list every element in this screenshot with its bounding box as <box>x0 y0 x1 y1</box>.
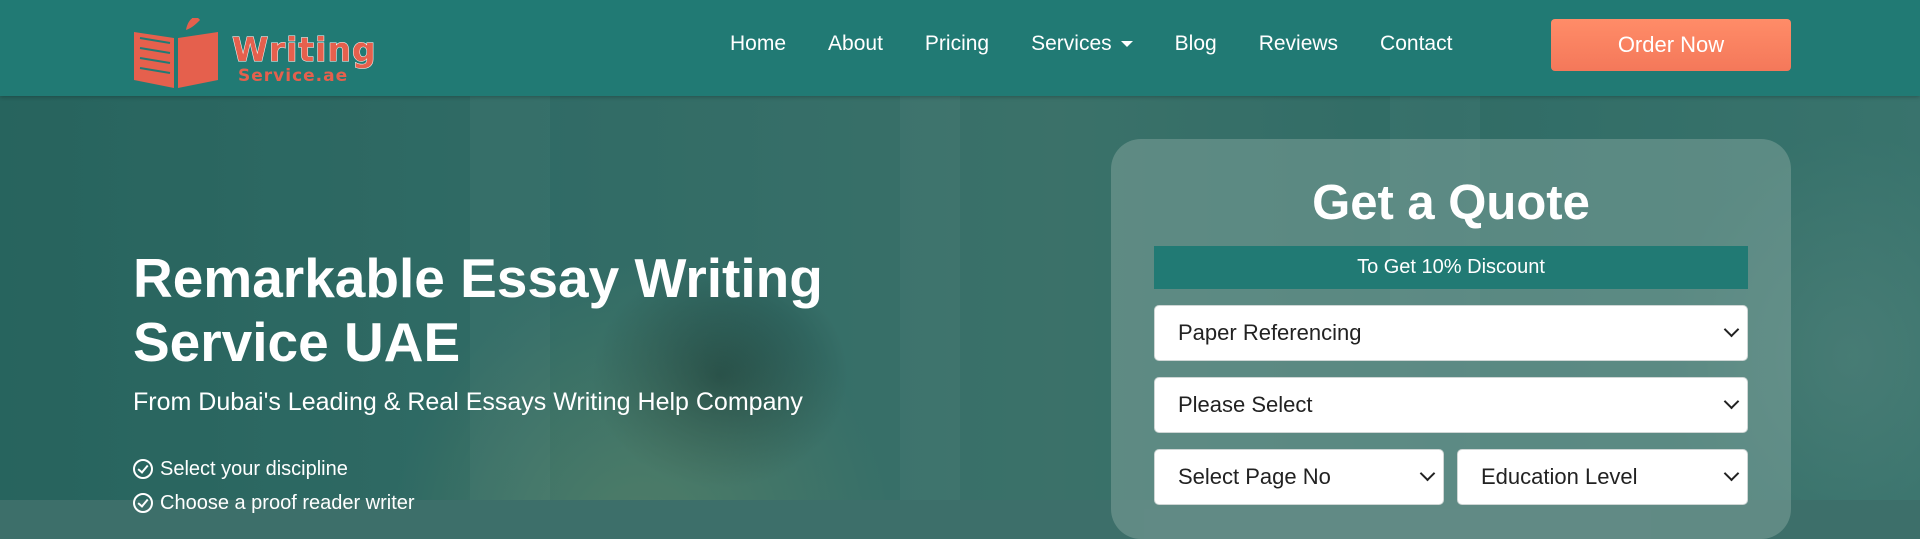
nav-home[interactable]: Home <box>730 32 786 56</box>
site-header: Writing Service.ae Home About Pricing Se… <box>0 0 1920 96</box>
book-logo-icon <box>134 18 218 88</box>
hero-title: Remarkable Essay Writing Service UAE <box>133 247 823 373</box>
chevron-down-icon <box>1723 321 1740 338</box>
quote-form: Get a Quote To Get 10% Discount Paper Re… <box>1111 139 1791 539</box>
nav-about[interactable]: About <box>828 32 883 56</box>
logo-subtext: Service.ae <box>238 66 349 86</box>
nav-contact[interactable]: Contact <box>1380 32 1452 56</box>
quote-title: Get a Quote <box>1312 176 1590 230</box>
nav-services-label: Services <box>1031 32 1112 55</box>
select-value: Paper Referencing <box>1178 320 1362 345</box>
hero-subtitle: From Dubai's Leading & Real Essays Writi… <box>133 388 803 416</box>
main-nav: Home About Pricing Services Blog Reviews… <box>730 0 1494 88</box>
chevron-down-icon <box>1723 393 1740 410</box>
caret-down-icon <box>1120 41 1133 47</box>
feature-list: Select your discipline Choose a proof re… <box>133 452 415 520</box>
order-now-button[interactable]: Order Now <box>1551 19 1791 71</box>
feature-item: Select your discipline <box>133 452 415 486</box>
select-value: Select Page No <box>1178 464 1331 489</box>
chevron-down-icon <box>1723 465 1740 482</box>
check-circle-icon <box>133 493 153 513</box>
discount-banner: To Get 10% Discount <box>1154 246 1748 289</box>
education-level-select[interactable]: Education Level <box>1457 449 1748 505</box>
paper-type-select[interactable]: Please Select <box>1154 377 1748 433</box>
feature-text: Choose a proof reader writer <box>160 491 415 514</box>
nav-reviews[interactable]: Reviews <box>1259 32 1338 56</box>
check-circle-icon <box>133 459 153 479</box>
select-value: Education Level <box>1481 464 1638 489</box>
nav-pricing[interactable]: Pricing <box>925 32 989 56</box>
feature-text: Select your discipline <box>160 457 348 480</box>
paper-referencing-select[interactable]: Paper Referencing <box>1154 305 1748 361</box>
select-value: Please Select <box>1178 392 1313 417</box>
nav-blog[interactable]: Blog <box>1175 32 1217 56</box>
nav-services[interactable]: Services <box>1031 32 1133 56</box>
feature-item: Choose a proof reader writer <box>133 486 415 520</box>
logo[interactable]: Writing Service.ae <box>130 4 380 92</box>
chevron-down-icon <box>1419 465 1436 482</box>
page-count-select[interactable]: Select Page No <box>1154 449 1444 505</box>
logo-text: Writing <box>232 30 377 70</box>
